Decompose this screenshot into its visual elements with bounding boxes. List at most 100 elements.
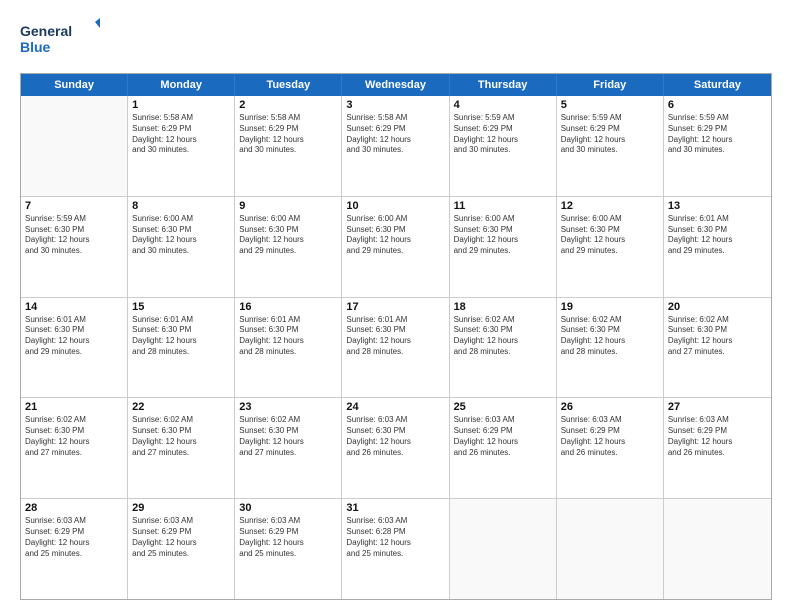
calendar-cell: 23 Sunrise: 6:02 AM Sunset: 6:30 PM Dayli… [235, 398, 342, 498]
calendar-cell: 10 Sunrise: 6:00 AM Sunset: 6:30 PM Dayli… [342, 197, 449, 297]
header-day-sunday: Sunday [21, 74, 128, 96]
day-number: 17 [346, 301, 444, 313]
day-info: Sunrise: 6:00 AM Sunset: 6:30 PM Dayligh… [132, 214, 230, 257]
day-info: Sunrise: 6:02 AM Sunset: 6:30 PM Dayligh… [454, 315, 552, 358]
calendar-cell: 20 Sunrise: 6:02 AM Sunset: 6:30 PM Dayli… [664, 298, 771, 398]
day-info: Sunrise: 5:59 AM Sunset: 6:29 PM Dayligh… [561, 113, 659, 156]
day-number: 5 [561, 99, 659, 111]
day-number: 2 [239, 99, 337, 111]
day-number: 8 [132, 200, 230, 212]
calendar-header: SundayMondayTuesdayWednesdayThursdayFrid… [21, 74, 771, 96]
calendar-week-5: 28 Sunrise: 6:03 AM Sunset: 6:29 PM Dayli… [21, 499, 771, 599]
day-number: 21 [25, 401, 123, 413]
day-info: Sunrise: 6:03 AM Sunset: 6:28 PM Dayligh… [346, 516, 444, 559]
day-info: Sunrise: 6:02 AM Sunset: 6:30 PM Dayligh… [239, 415, 337, 458]
day-info: Sunrise: 6:01 AM Sunset: 6:30 PM Dayligh… [132, 315, 230, 358]
svg-text:Blue: Blue [20, 39, 51, 55]
day-number: 29 [132, 502, 230, 514]
day-info: Sunrise: 6:03 AM Sunset: 6:29 PM Dayligh… [132, 516, 230, 559]
day-number: 6 [668, 99, 767, 111]
header: General Blue [20, 18, 772, 63]
day-info: Sunrise: 6:01 AM Sunset: 6:30 PM Dayligh… [239, 315, 337, 358]
calendar-cell: 7 Sunrise: 5:59 AM Sunset: 6:30 PM Daylig… [21, 197, 128, 297]
day-number: 14 [25, 301, 123, 313]
calendar-week-1: 1Sunrise: 5:58 AM Sunset: 6:29 PM Daylig… [21, 96, 771, 197]
calendar-cell [664, 499, 771, 599]
day-info: Sunrise: 6:02 AM Sunset: 6:30 PM Dayligh… [668, 315, 767, 358]
day-info: Sunrise: 6:00 AM Sunset: 6:30 PM Dayligh… [239, 214, 337, 257]
day-info: Sunrise: 5:59 AM Sunset: 6:29 PM Dayligh… [668, 113, 767, 156]
day-number: 10 [346, 200, 444, 212]
calendar-cell: 28 Sunrise: 6:03 AM Sunset: 6:29 PM Dayli… [21, 499, 128, 599]
day-number: 20 [668, 301, 767, 313]
calendar-cell: 5 Sunrise: 5:59 AM Sunset: 6:29 PM Daylig… [557, 96, 664, 196]
day-number: 9 [239, 200, 337, 212]
day-number: 27 [668, 401, 767, 413]
day-info: Sunrise: 6:02 AM Sunset: 6:30 PM Dayligh… [25, 415, 123, 458]
day-number: 25 [454, 401, 552, 413]
header-day-wednesday: Wednesday [342, 74, 449, 96]
calendar-cell: 25Sunrise: 6:03 AM Sunset: 6:29 PM Dayli… [450, 398, 557, 498]
day-info: Sunrise: 5:59 AM Sunset: 6:30 PM Dayligh… [25, 214, 123, 257]
calendar-cell: 9 Sunrise: 6:00 AM Sunset: 6:30 PM Daylig… [235, 197, 342, 297]
day-number: 15 [132, 301, 230, 313]
day-info: Sunrise: 5:58 AM Sunset: 6:29 PM Dayligh… [346, 113, 444, 156]
calendar-cell: 21 Sunrise: 6:02 AM Sunset: 6:30 PM Dayli… [21, 398, 128, 498]
day-info: Sunrise: 6:01 AM Sunset: 6:30 PM Dayligh… [668, 214, 767, 257]
calendar-cell: 16Sunrise: 6:01 AM Sunset: 6:30 PM Dayli… [235, 298, 342, 398]
calendar-cell: 8 Sunrise: 6:00 AM Sunset: 6:30 PM Daylig… [128, 197, 235, 297]
day-number: 22 [132, 401, 230, 413]
day-info: Sunrise: 5:58 AM Sunset: 6:29 PM Dayligh… [132, 113, 230, 156]
calendar-cell: 14 Sunrise: 6:01 AM Sunset: 6:30 PM Dayli… [21, 298, 128, 398]
day-number: 13 [668, 200, 767, 212]
calendar-cell: 4Sunrise: 5:59 AM Sunset: 6:29 PM Daylig… [450, 96, 557, 196]
day-number: 31 [346, 502, 444, 514]
day-number: 28 [25, 502, 123, 514]
day-info: Sunrise: 6:02 AM Sunset: 6:30 PM Dayligh… [132, 415, 230, 458]
day-number: 23 [239, 401, 337, 413]
header-day-saturday: Saturday [664, 74, 771, 96]
day-info: Sunrise: 6:00 AM Sunset: 6:30 PM Dayligh… [561, 214, 659, 257]
day-number: 3 [346, 99, 444, 111]
day-number: 4 [454, 99, 552, 111]
calendar-cell [450, 499, 557, 599]
day-number: 19 [561, 301, 659, 313]
calendar-cell: 17Sunrise: 6:01 AM Sunset: 6:30 PM Dayli… [342, 298, 449, 398]
day-info: Sunrise: 6:00 AM Sunset: 6:30 PM Dayligh… [346, 214, 444, 257]
calendar-cell: 15 Sunrise: 6:01 AM Sunset: 6:30 PM Dayli… [128, 298, 235, 398]
calendar-cell [557, 499, 664, 599]
calendar-cell: 19Sunrise: 6:02 AM Sunset: 6:30 PM Dayli… [557, 298, 664, 398]
logo: General Blue [20, 18, 100, 63]
svg-text:General: General [20, 23, 72, 39]
header-day-friday: Friday [557, 74, 664, 96]
calendar-week-4: 21 Sunrise: 6:02 AM Sunset: 6:30 PM Dayli… [21, 398, 771, 499]
day-info: Sunrise: 6:03 AM Sunset: 6:29 PM Dayligh… [239, 516, 337, 559]
day-info: Sunrise: 6:03 AM Sunset: 6:29 PM Dayligh… [668, 415, 767, 458]
day-info: Sunrise: 5:58 AM Sunset: 6:29 PM Dayligh… [239, 113, 337, 156]
header-day-tuesday: Tuesday [235, 74, 342, 96]
day-info: Sunrise: 6:03 AM Sunset: 6:30 PM Dayligh… [346, 415, 444, 458]
calendar-cell: 27 Sunrise: 6:03 AM Sunset: 6:29 PM Dayli… [664, 398, 771, 498]
calendar-cell: 2 Sunrise: 5:58 AM Sunset: 6:29 PM Daylig… [235, 96, 342, 196]
calendar-cell: 30Sunrise: 6:03 AM Sunset: 6:29 PM Dayli… [235, 499, 342, 599]
calendar-cell [21, 96, 128, 196]
day-number: 11 [454, 200, 552, 212]
calendar-week-2: 7 Sunrise: 5:59 AM Sunset: 6:30 PM Daylig… [21, 197, 771, 298]
day-number: 7 [25, 200, 123, 212]
day-info: Sunrise: 6:03 AM Sunset: 6:29 PM Dayligh… [561, 415, 659, 458]
calendar-cell: 26Sunrise: 6:03 AM Sunset: 6:29 PM Dayli… [557, 398, 664, 498]
calendar-cell: 13 Sunrise: 6:01 AM Sunset: 6:30 PM Dayli… [664, 197, 771, 297]
calendar-cell: 29 Sunrise: 6:03 AM Sunset: 6:29 PM Dayli… [128, 499, 235, 599]
calendar-cell: 11Sunrise: 6:00 AM Sunset: 6:30 PM Dayli… [450, 197, 557, 297]
day-info: Sunrise: 6:03 AM Sunset: 6:29 PM Dayligh… [25, 516, 123, 559]
day-number: 18 [454, 301, 552, 313]
header-day-thursday: Thursday [450, 74, 557, 96]
logo-svg: General Blue [20, 18, 100, 63]
header-day-monday: Monday [128, 74, 235, 96]
calendar-body: 1Sunrise: 5:58 AM Sunset: 6:29 PM Daylig… [21, 96, 771, 599]
day-number: 24 [346, 401, 444, 413]
day-info: Sunrise: 6:01 AM Sunset: 6:30 PM Dayligh… [25, 315, 123, 358]
calendar-cell: 12Sunrise: 6:00 AM Sunset: 6:30 PM Dayli… [557, 197, 664, 297]
calendar-cell: 18 Sunrise: 6:02 AM Sunset: 6:30 PM Dayli… [450, 298, 557, 398]
calendar-cell: 22 Sunrise: 6:02 AM Sunset: 6:30 PM Dayli… [128, 398, 235, 498]
